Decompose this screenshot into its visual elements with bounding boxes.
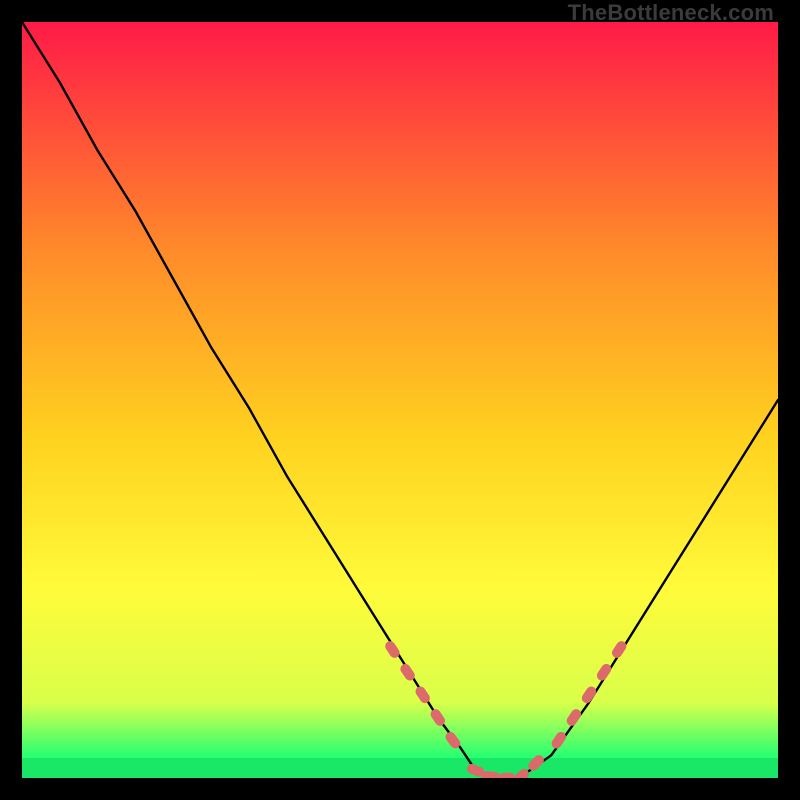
- watermark-text: TheBottleneck.com: [568, 0, 774, 26]
- plot-area: [22, 22, 778, 778]
- chart-frame: TheBottleneck.com: [0, 0, 800, 800]
- bottom-green-band: [22, 758, 778, 778]
- chart-svg: [22, 22, 778, 778]
- gradient-background: [22, 22, 778, 778]
